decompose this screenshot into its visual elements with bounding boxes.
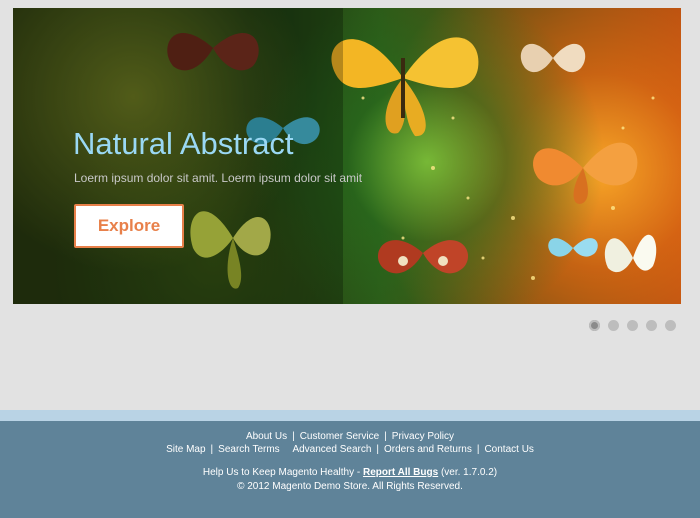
footer-stripe xyxy=(0,410,700,421)
slider-dot-4[interactable] xyxy=(646,320,657,331)
customer-service-link[interactable]: Customer Service xyxy=(300,431,379,442)
help-line: Help Us to Keep Magento Healthy - Report… xyxy=(0,467,700,478)
contact-us-link[interactable]: Contact Us xyxy=(484,444,533,455)
help-prefix: Help Us to Keep Magento Healthy - xyxy=(202,467,363,478)
footer-links-primary: About Us | Customer Service | Privacy Policy xyxy=(0,431,700,442)
explore-button[interactable]: Explore xyxy=(74,204,184,248)
about-us-link[interactable]: About Us xyxy=(246,431,287,442)
privacy-policy-link[interactable]: Privacy Policy xyxy=(392,431,454,442)
slide-description: Loerm ipsum dolor sit amit. Loerm ipsum … xyxy=(74,171,363,185)
site-map-link[interactable]: Site Map xyxy=(166,444,205,455)
separator: | xyxy=(384,431,387,442)
slider-dot-1[interactable] xyxy=(589,320,600,331)
report-bugs-link[interactable]: Report All Bugs xyxy=(363,467,438,478)
version-text: (ver. 1.7.0.2) xyxy=(438,467,498,478)
slider-dot-5[interactable] xyxy=(665,320,676,331)
hero-slider[interactable]: Natural Abstract Loerm ipsum dolor sit a… xyxy=(13,8,681,304)
search-terms-link[interactable]: Search Terms xyxy=(218,444,280,455)
footer: About Us | Customer Service | Privacy Policy… xyxy=(0,421,700,518)
separator: | xyxy=(210,444,214,455)
footer-links-secondary: Site Map | Search Terms Advanced Search | Or… xyxy=(0,444,700,455)
slide-title: Natural Abstract xyxy=(73,126,294,161)
separator: | xyxy=(292,431,295,442)
orders-and-returns-link[interactable]: Orders and Returns xyxy=(384,444,472,455)
copyright: © 2012 Magento Demo Store. All Rights Re… xyxy=(237,481,463,492)
separator: | xyxy=(376,444,380,455)
separator: | xyxy=(476,444,480,455)
slider-pagination xyxy=(589,320,676,331)
slider-dot-2[interactable] xyxy=(608,320,619,331)
slider-dot-3[interactable] xyxy=(627,320,638,331)
advanced-search-link[interactable]: Advanced Search xyxy=(292,444,371,455)
